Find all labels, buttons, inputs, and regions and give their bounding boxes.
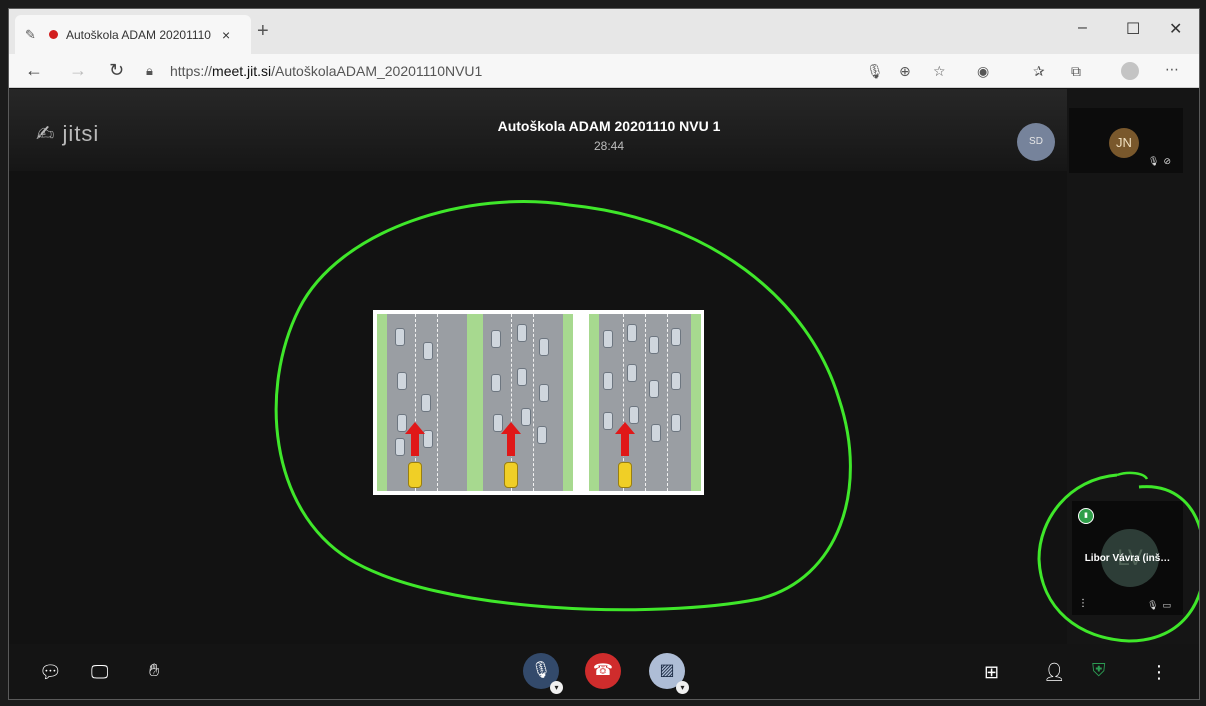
camera-options-chevron-icon[interactable]: ▾ xyxy=(676,681,689,694)
collections-icon[interactable]: ⧉ xyxy=(1071,63,1081,79)
back-button[interactable]: ← xyxy=(25,60,43,80)
red-arrow-icon xyxy=(405,422,425,456)
participant-avatar-sd[interactable]: SD xyxy=(1017,123,1055,161)
new-tab-button[interactable]: + xyxy=(257,21,269,41)
screen-share-icon[interactable]: 🖵︎ xyxy=(91,662,108,682)
more-options-icon[interactable]: ⋮ xyxy=(1150,662,1168,682)
tile-view-icon[interactable]: ⊞ xyxy=(984,662,999,682)
url-domain: meet.jit.si xyxy=(212,63,272,79)
favorites-icon[interactable]: ✰ xyxy=(1033,63,1045,79)
meeting-timer: 28:44 xyxy=(593,139,625,153)
chat-icon[interactable]: 💬︎ xyxy=(39,662,62,682)
logo-text: jitsi xyxy=(62,121,100,146)
lock-icon: 🔒︎ xyxy=(146,63,153,78)
browser-tab[interactable]: ✎ Autoškola ADAM 20201110 × xyxy=(15,15,251,54)
mic-options-chevron-icon[interactable]: ▾ xyxy=(550,681,563,694)
taxi-icon xyxy=(504,462,518,488)
hangup-button[interactable]: ☎︎ xyxy=(585,653,621,689)
thumbnail-menu-icon[interactable]: ⋮ xyxy=(1078,598,1088,609)
zoom-icon[interactable]: ⊕ xyxy=(899,63,911,79)
raise-hand-icon[interactable]: ✋︎ xyxy=(149,660,159,680)
meeting-header: ✍ jitsi Autoškola ADAM 20201110 NVU 1 28… xyxy=(9,89,1069,171)
close-window-button[interactable]: ✕ xyxy=(1169,19,1182,39)
minimize-button[interactable]: – xyxy=(1078,19,1087,37)
taxi-icon xyxy=(408,462,422,488)
browser-window: ✎ Autoškola ADAM 20201110 × + – ☐ ✕ ← → … xyxy=(8,8,1200,700)
recording-indicator-icon xyxy=(49,30,58,39)
taxi-icon xyxy=(618,462,632,488)
shared-screen-image xyxy=(373,310,704,495)
extension-icon[interactable]: ◉ xyxy=(977,63,989,79)
traffic-panel-3 xyxy=(589,314,701,491)
jitsi-meeting: ✍ jitsi Autoškola ADAM 20201110 NVU 1 28… xyxy=(9,89,1199,699)
more-icon[interactable]: ⋯ xyxy=(1165,61,1179,77)
tab-strip: ✎ Autoškola ADAM 20201110 × + – ☐ ✕ xyxy=(9,9,1199,54)
maximize-button[interactable]: ☐ xyxy=(1126,19,1140,39)
jitsi-logo: ✍ jitsi xyxy=(36,121,100,146)
favorite-star-icon[interactable]: ☆ xyxy=(933,63,946,79)
red-arrow-icon xyxy=(615,422,635,456)
participant-thumbnail-jn[interactable]: JN 🎙︎⊘ xyxy=(1069,108,1183,173)
url-path: /AutoškolaADAM_20201110NVU1 xyxy=(271,63,483,79)
tab-title: Autoškola ADAM 20201110 xyxy=(66,27,211,42)
participant-thumbnail-libor[interactable]: LV ▮ Libor Vávra (inš… ⋮ 🎙︎▭ xyxy=(1072,501,1183,615)
traffic-panel-2 xyxy=(473,314,573,491)
muted-icons: 🎙︎▭ xyxy=(1147,600,1175,610)
meeting-toolbar: 💬︎ 🖵︎ ✋︎ 🎙︎ ▾ ☎︎ ▨ ▾ ⊞ 👤︎ ⛨ ⋮ xyxy=(9,644,1199,699)
url-field[interactable]: 🔒︎ https://meet.jit.si/AutoškolaADAM_202… xyxy=(146,60,846,82)
meeting-title: Autoškola ADAM 20201110 NVU 1 xyxy=(497,118,721,134)
address-bar: ← → ↻ 🔒︎ https://meet.jit.si/AutoškolaAD… xyxy=(9,54,1199,88)
jitsi-favicon-icon: ✎ xyxy=(25,26,36,42)
security-shield-icon[interactable]: ⛨ xyxy=(1092,660,1106,680)
participant-name: Libor Vávra (inš… xyxy=(1084,553,1171,564)
muted-icons: 🎙︎⊘ xyxy=(1148,156,1175,166)
connection-signal-icon[interactable]: ▮ xyxy=(1078,508,1094,524)
forward-button[interactable]: → xyxy=(69,60,87,80)
traffic-panel-1 xyxy=(377,314,477,491)
mic-icon[interactable]: 🎙︎ xyxy=(866,63,884,79)
red-arrow-icon xyxy=(501,422,521,456)
participants-icon[interactable]: 👤︎ xyxy=(1043,662,1066,682)
profile-icon[interactable] xyxy=(1121,62,1139,80)
url-prefix: https:// xyxy=(170,63,213,79)
avatar: JN xyxy=(1109,128,1139,158)
tab-close-icon[interactable]: × xyxy=(222,27,230,43)
refresh-button[interactable]: ↻ xyxy=(109,60,124,80)
